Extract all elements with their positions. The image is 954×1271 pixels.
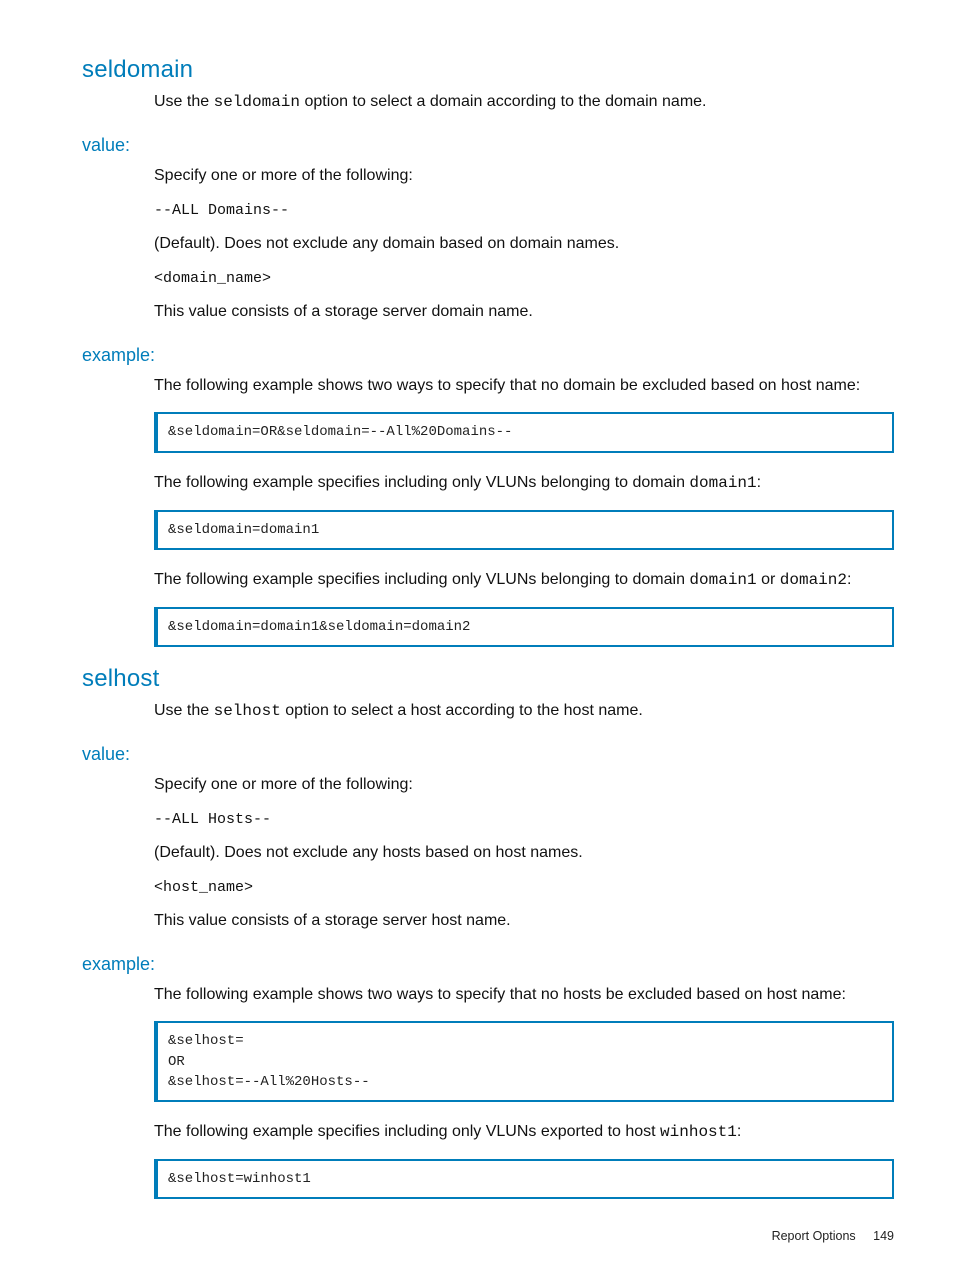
example-desc: The following example specifies includin… xyxy=(154,1120,894,1145)
text-span: or xyxy=(757,571,780,588)
value-name-token: <domain_name> xyxy=(154,267,894,290)
subsection-example-label: example: xyxy=(82,345,894,366)
value-name-desc: This value consists of a storage server … xyxy=(154,909,894,934)
page-content: seldomain Use the seldomain option to se… xyxy=(0,0,954,1271)
inline-code: domain2 xyxy=(780,571,847,589)
code-text: &seldomain=OR&seldomain=--All%20Domains-… xyxy=(154,412,894,452)
value-all-token: --ALL Domains-- xyxy=(154,199,894,222)
intro-paragraph: Use the seldomain option to select a dom… xyxy=(154,90,894,115)
page-footer: Report Options 149 xyxy=(772,1229,894,1243)
example-desc: The following example shows two ways to … xyxy=(154,374,894,399)
text-span: : xyxy=(757,474,761,491)
code-text: &selhost=winhost1 xyxy=(154,1159,894,1199)
inline-code: selhost xyxy=(214,702,281,720)
section-seldomain: seldomain Use the seldomain option to se… xyxy=(82,56,894,647)
intro-paragraph: Use the selhost option to select a host … xyxy=(154,699,894,724)
text-span: : xyxy=(847,571,851,588)
example-desc: The following example shows two ways to … xyxy=(154,983,894,1008)
code-block: &seldomain=domain1&seldomain=domain2 xyxy=(154,607,894,647)
inline-code: winhost1 xyxy=(660,1123,737,1141)
value-block: Specify one or more of the following: --… xyxy=(154,164,894,325)
code-text: &selhost= OR &selhost=--All%20Hosts-- xyxy=(154,1021,894,1102)
subsection-value-label: value: xyxy=(82,744,894,765)
section-title: seldomain xyxy=(82,56,894,84)
text-span: Use the xyxy=(154,702,214,719)
code-block: &seldomain=domain1 xyxy=(154,510,894,550)
text-span: The following example specifies includin… xyxy=(154,571,689,588)
code-text: &seldomain=domain1 xyxy=(154,510,894,550)
example-desc: The following example specifies includin… xyxy=(154,471,894,496)
value-lead: Specify one or more of the following: xyxy=(154,164,894,189)
page-number: 149 xyxy=(873,1229,894,1243)
text-span: option to select a host according to the… xyxy=(281,702,643,719)
code-text: &seldomain=domain1&seldomain=domain2 xyxy=(154,607,894,647)
subsection-example-label: example: xyxy=(82,954,894,975)
code-block: &selhost=winhost1 xyxy=(154,1159,894,1199)
value-block: Specify one or more of the following: --… xyxy=(154,773,894,934)
footer-label: Report Options xyxy=(772,1229,856,1243)
inline-code: domain1 xyxy=(689,571,756,589)
example-desc: The following example specifies includin… xyxy=(154,568,894,593)
text-span: Use the xyxy=(154,93,214,110)
subsection-value-label: value: xyxy=(82,135,894,156)
value-all-desc: (Default). Does not exclude any domain b… xyxy=(154,232,894,257)
section-selhost: selhost Use the selhost option to select… xyxy=(82,665,894,1199)
value-all-desc: (Default). Does not exclude any hosts ba… xyxy=(154,841,894,866)
text-span: The following example specifies includin… xyxy=(154,474,689,491)
text-span: : xyxy=(737,1123,741,1140)
text-span: option to select a domain according to t… xyxy=(300,93,706,110)
value-lead: Specify one or more of the following: xyxy=(154,773,894,798)
inline-code: seldomain xyxy=(214,93,300,111)
section-title: selhost xyxy=(82,665,894,693)
inline-code: domain1 xyxy=(689,474,756,492)
value-all-token: --ALL Hosts-- xyxy=(154,808,894,831)
value-name-token: <host_name> xyxy=(154,876,894,899)
value-name-desc: This value consists of a storage server … xyxy=(154,300,894,325)
text-span: The following example specifies includin… xyxy=(154,1123,660,1140)
code-block: &selhost= OR &selhost=--All%20Hosts-- xyxy=(154,1021,894,1102)
code-block: &seldomain=OR&seldomain=--All%20Domains-… xyxy=(154,412,894,452)
